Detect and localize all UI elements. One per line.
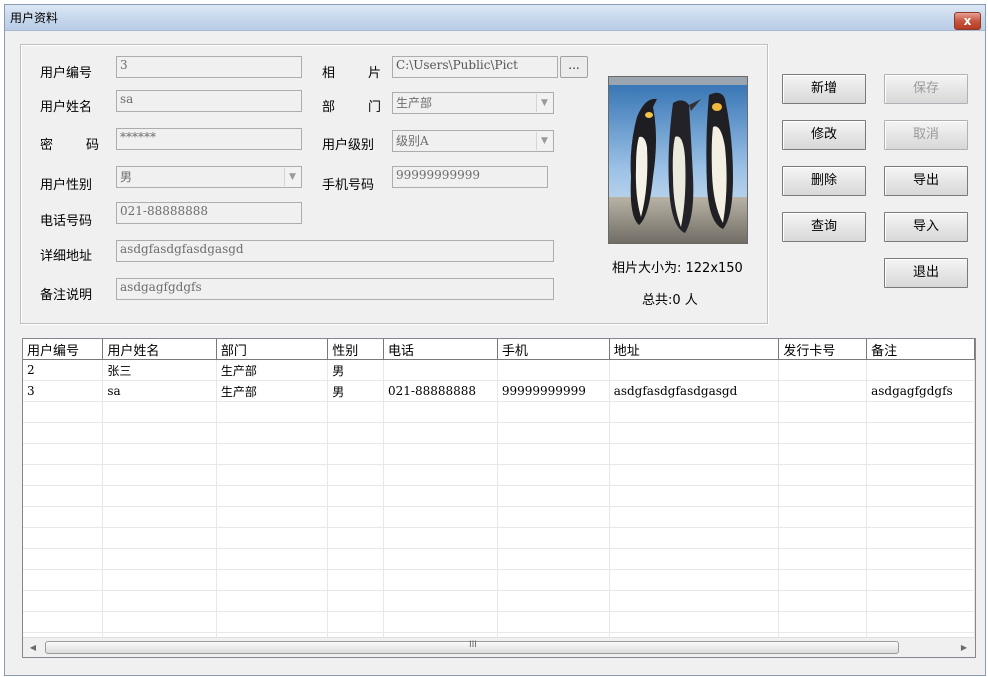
col-header-remark[interactable]: 备注 bbox=[866, 339, 975, 360]
delete-button[interactable]: 删除 bbox=[782, 166, 866, 196]
table-cell bbox=[497, 359, 610, 381]
table-row[interactable] bbox=[23, 548, 975, 570]
save-button[interactable]: 保存 bbox=[884, 74, 968, 104]
address-field[interactable]: asdgfasdgfasdgasgd bbox=[116, 240, 554, 262]
table-row[interactable] bbox=[23, 464, 975, 486]
table-cell: asdgfasdgfasdgasgd bbox=[609, 380, 780, 402]
table-cell bbox=[778, 359, 868, 381]
total-count-text: 总共:0 人 bbox=[642, 293, 698, 308]
close-button[interactable]: x bbox=[954, 12, 981, 30]
gender-label: 用户性别 bbox=[40, 178, 93, 193]
table-cell: asdgagfgdgfs bbox=[866, 380, 975, 402]
user-name-label: 用户姓名 bbox=[40, 100, 93, 115]
col-header-mobile[interactable]: 手机 bbox=[497, 339, 610, 360]
phone-field[interactable]: 021-88888888 bbox=[116, 202, 302, 224]
table-cell: 021-88888888 bbox=[383, 380, 498, 402]
user-photo bbox=[608, 76, 748, 244]
gender-value: 男 bbox=[120, 170, 133, 184]
phone-label: 电话号码 bbox=[40, 214, 93, 229]
scroll-left-icon[interactable]: ◀ bbox=[24, 639, 42, 657]
chevron-down-icon[interactable]: ▼ bbox=[536, 132, 552, 150]
user-level-value: 级别A bbox=[396, 134, 429, 148]
add-button[interactable]: 新增 bbox=[782, 74, 866, 104]
password-field[interactable]: ****** bbox=[116, 128, 302, 150]
user-id-field[interactable]: 3 bbox=[116, 56, 302, 78]
table-cell: 张三 bbox=[102, 359, 217, 381]
table-row[interactable] bbox=[23, 485, 975, 507]
penguin-photo-image bbox=[609, 77, 747, 243]
cancel-button[interactable]: 取消 bbox=[884, 120, 968, 150]
table-row[interactable] bbox=[23, 611, 975, 633]
table-row[interactable]: 3 sa 生产部 男 021-88888888 99999999999 asdg… bbox=[23, 380, 975, 402]
col-header-department[interactable]: 部门 bbox=[216, 339, 329, 360]
password-label-1: 密 bbox=[40, 138, 54, 153]
title-bar[interactable] bbox=[5, 5, 985, 31]
table-cell bbox=[609, 359, 780, 381]
photo-path-field[interactable]: C:\Users\Public\Pict bbox=[392, 56, 558, 78]
scroll-grip-text: III bbox=[469, 640, 477, 650]
table-cell: 3 bbox=[23, 380, 104, 402]
table-row[interactable]: 2 张三 生产部 男 bbox=[23, 359, 975, 381]
photo-label-2: 片 bbox=[368, 66, 382, 81]
window-title: 用户资料 bbox=[10, 11, 59, 25]
chevron-down-icon[interactable]: ▼ bbox=[284, 168, 300, 186]
horizontal-scrollbar[interactable]: ◀ III ▶ bbox=[23, 637, 975, 657]
table-cell bbox=[778, 380, 868, 402]
table-row[interactable] bbox=[23, 401, 975, 423]
browse-button[interactable]: ... bbox=[560, 56, 588, 78]
table-row[interactable] bbox=[23, 422, 975, 444]
query-button[interactable]: 查询 bbox=[782, 212, 866, 242]
address-label: 详细地址 bbox=[40, 249, 93, 264]
photo-label-1: 相 bbox=[322, 66, 336, 81]
remark-label: 备注说明 bbox=[40, 288, 93, 303]
table-cell: 男 bbox=[327, 380, 385, 402]
user-level-select[interactable]: 级别A ▼ bbox=[392, 130, 554, 152]
gender-select[interactable]: 男 ▼ bbox=[116, 166, 302, 188]
chevron-down-icon[interactable]: ▼ bbox=[536, 94, 552, 112]
col-header-user-name[interactable]: 用户姓名 bbox=[102, 339, 217, 360]
col-header-card-no[interactable]: 发行卡号 bbox=[778, 339, 868, 360]
user-id-label: 用户编号 bbox=[40, 66, 93, 81]
mobile-field[interactable]: 99999999999 bbox=[392, 166, 548, 188]
col-header-gender[interactable]: 性别 bbox=[327, 339, 385, 360]
department-label-1: 部 bbox=[322, 100, 336, 115]
import-button[interactable]: 导入 bbox=[884, 212, 968, 242]
col-header-address[interactable]: 地址 bbox=[609, 339, 780, 360]
export-button[interactable]: 导出 bbox=[884, 166, 968, 196]
table-cell: sa bbox=[102, 380, 217, 402]
department-value: 生产部 bbox=[396, 96, 433, 110]
table-cell: 99999999999 bbox=[497, 380, 610, 402]
table-cell: 生产部 bbox=[216, 359, 329, 381]
user-table-body: 用户编号 用户姓名 部门 性别 电话 手机 地址 发行卡号 备注 2 张三 生产… bbox=[23, 339, 975, 654]
department-label-2: 门 bbox=[368, 100, 382, 115]
col-header-phone[interactable]: 电话 bbox=[383, 339, 498, 360]
password-label-2: 码 bbox=[86, 138, 100, 153]
photo-size-text: 相片大小为: 122x150 bbox=[612, 261, 743, 276]
table-row[interactable] bbox=[23, 443, 975, 465]
table-row[interactable] bbox=[23, 506, 975, 528]
table-cell: 2 bbox=[23, 359, 104, 381]
remark-field[interactable]: asdgagfgdgfs bbox=[116, 278, 554, 300]
user-name-field[interactable]: sa bbox=[116, 90, 302, 112]
table-row[interactable] bbox=[23, 590, 975, 612]
user-level-label: 用户级别 bbox=[322, 138, 375, 153]
table-cell bbox=[383, 359, 498, 381]
table-cell bbox=[866, 359, 975, 381]
table-header-row: 用户编号 用户姓名 部门 性别 电话 手机 地址 发行卡号 备注 bbox=[23, 339, 975, 360]
table-cell: 生产部 bbox=[216, 380, 329, 402]
table-row[interactable] bbox=[23, 527, 975, 549]
edit-button[interactable]: 修改 bbox=[782, 120, 866, 150]
table-cell: 男 bbox=[327, 359, 385, 381]
exit-button[interactable]: 退出 bbox=[884, 258, 968, 288]
mobile-label: 手机号码 bbox=[322, 178, 375, 193]
col-header-user-id[interactable]: 用户编号 bbox=[23, 339, 104, 360]
user-table[interactable]: 用户编号 用户姓名 部门 性别 电话 手机 地址 发行卡号 备注 2 张三 生产… bbox=[22, 338, 976, 658]
scroll-right-icon[interactable]: ▶ bbox=[955, 639, 973, 657]
table-row[interactable] bbox=[23, 569, 975, 591]
department-select[interactable]: 生产部 ▼ bbox=[392, 92, 554, 114]
